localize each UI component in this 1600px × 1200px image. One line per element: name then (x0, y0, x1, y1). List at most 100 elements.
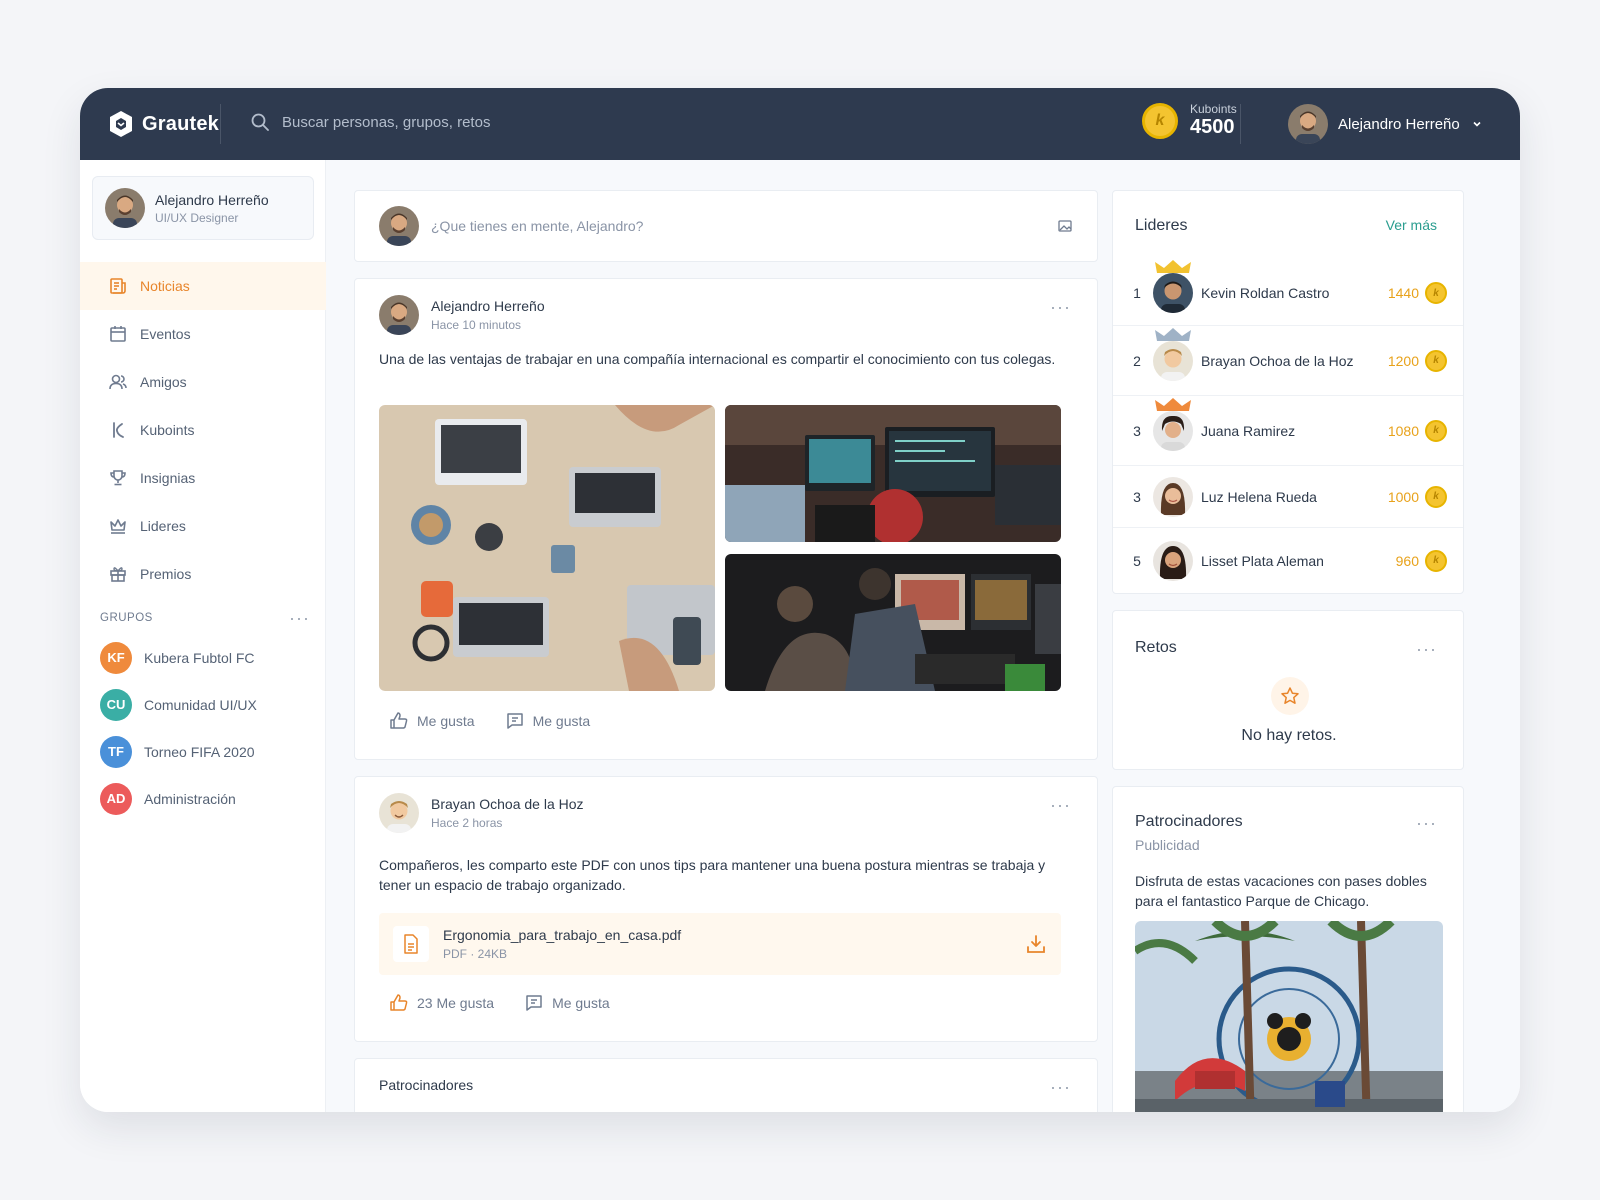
post-photo[interactable] (725, 405, 1061, 542)
post-author[interactable]: Brayan Ochoa de la Hoz (431, 796, 584, 812)
search-input[interactable] (282, 113, 582, 131)
crown-icon (1155, 260, 1191, 273)
leader-row[interactable]: 5 Lisset Plata Aleman 960 k (1113, 527, 1463, 593)
nav-item-lideres[interactable]: Lideres (80, 502, 326, 550)
avatar (105, 188, 145, 228)
post-card: Alejandro Herreño Hace 10 minutos ··· Un… (354, 278, 1098, 760)
gift-icon (110, 567, 126, 582)
group-item[interactable]: AD Administración (100, 775, 320, 822)
challenges-card: Retos ··· No hay retos. (1112, 610, 1464, 770)
divider (1240, 104, 1241, 144)
post-text: Compañeros, les comparto este PDF con un… (379, 857, 1046, 893)
brand-logo[interactable]: Grautek (108, 110, 219, 138)
comment-button[interactable]: Me gusta (505, 711, 591, 731)
post-composer[interactable]: ¿Que tienes en mente, Alejandro? (354, 190, 1098, 262)
nav-item-noticias[interactable]: Noticias (80, 262, 326, 310)
image-upload-icon[interactable] (1057, 218, 1073, 234)
nav-label: Amigos (140, 374, 187, 390)
crown-icon (1155, 397, 1191, 411)
kuboints-coin-icon: k (1425, 549, 1447, 572)
sponsor-image[interactable] (1135, 921, 1443, 1112)
download-icon[interactable] (1025, 933, 1047, 955)
avatar (1153, 327, 1193, 381)
search-bar[interactable] (250, 112, 582, 132)
thumbs-up-icon (390, 994, 408, 1011)
user-name: Alejandro Herreño (1338, 115, 1460, 133)
leader-name: Luz Helena Rueda (1201, 488, 1317, 505)
like-label: Me gusta (417, 713, 475, 729)
groups-header: GRUPOS ··· (100, 609, 310, 627)
post-actions: 23 Me gusta Me gusta (389, 993, 610, 1013)
calendar-icon (110, 326, 126, 342)
nav-item-premios[interactable]: Premios (80, 550, 326, 598)
post-photo[interactable] (379, 405, 715, 691)
nav-label: Premios (140, 566, 192, 582)
kuboints-balance[interactable]: k Kuboints 4500 (1142, 102, 1237, 139)
nav-label: Kuboints (140, 422, 195, 438)
leader-points: 1000 (1387, 488, 1419, 505)
leader-row[interactable]: 1 Kevin Roldan Castro 1440 k (1113, 260, 1463, 325)
nav-item-amigos[interactable]: Amigos (80, 358, 326, 406)
more-options-icon[interactable]: ··· (1416, 814, 1437, 832)
nav-item-insignias[interactable]: Insignias (80, 454, 326, 502)
thumbs-up-icon (390, 712, 408, 729)
chevron-down-icon (1473, 121, 1481, 127)
nav-item-kuboints[interactable]: Kuboints (80, 406, 326, 454)
group-item[interactable]: TF Torneo FIFA 2020 (100, 728, 320, 775)
post-photo[interactable] (725, 554, 1061, 691)
group-name: Kubera Fubtol FC (144, 649, 255, 666)
star-icon (1271, 677, 1309, 715)
user-menu[interactable]: Alejandro Herreño (1288, 104, 1484, 144)
newspaper-icon (110, 278, 126, 294)
leader-points: 1440 (1387, 285, 1419, 301)
leader-row[interactable]: 3 Luz Helena Rueda 1000 k (1113, 465, 1463, 527)
leader-rank: 1 (1133, 285, 1141, 301)
group-name: Torneo FIFA 2020 (144, 743, 255, 760)
leader-row[interactable]: 3 Juana Ramirez 1080 k (1113, 395, 1463, 465)
like-button[interactable]: 23 Me gusta (389, 993, 494, 1013)
more-options-icon[interactable]: ··· (1416, 640, 1437, 658)
groups-list: KF Kubera Fubtol FC CU Comunidad UI/UX T… (100, 634, 320, 822)
see-more-link[interactable]: Ver más (1386, 217, 1437, 233)
profile-card[interactable]: Alejandro Herreño UI/UX Designer (92, 176, 314, 240)
file-name: Ergonomia_para_trabajo_en_casa.pdf (443, 927, 682, 943)
file-meta: PDF · 24KB (443, 947, 508, 961)
leaders-title: Lideres (1135, 217, 1188, 234)
more-options-icon[interactable]: ··· (289, 609, 310, 627)
nav-label: Insignias (140, 470, 196, 486)
post-author[interactable]: Alejandro Herreño (431, 298, 545, 314)
avatar[interactable] (379, 295, 419, 335)
trophy-icon (110, 470, 126, 486)
comment-label: Me gusta (532, 713, 591, 729)
group-name: Comunidad UI/UX (144, 696, 257, 713)
group-item[interactable]: CU Comunidad UI/UX (100, 681, 320, 728)
leader-name: Juana Ramirez (1201, 422, 1296, 439)
comment-icon (506, 713, 523, 729)
sponsors-subtitle: Publicidad (1135, 837, 1200, 853)
sponsors-card: Patrocinadores ··· Publicidad Disfruta d… (1112, 786, 1464, 1112)
composer-input[interactable]: ¿Que tienes en mente, Alejandro? (431, 218, 1045, 234)
post-header: Alejandro Herreño Hace 10 minutos (379, 295, 545, 335)
group-item[interactable]: KF Kubera Fubtol FC (100, 634, 320, 681)
group-avatar: KF (100, 641, 132, 674)
sponsors-title: Patrocinadores (1135, 813, 1243, 830)
post-card: Brayan Ochoa de la Hoz Hace 2 horas ··· … (354, 776, 1098, 1042)
file-attachment[interactable]: Ergonomia_para_trabajo_en_casa.pdf PDF ·… (379, 913, 1061, 975)
profile-role: UI/UX Designer (155, 210, 239, 225)
post-options-icon[interactable]: ··· (1050, 1078, 1071, 1096)
post-options-icon[interactable]: ··· (1050, 298, 1071, 316)
empty-state-text: No hay retos. (1241, 727, 1337, 744)
post-author: Patrocinadores (379, 1077, 474, 1093)
nav-item-eventos[interactable]: Eventos (80, 310, 326, 358)
like-button[interactable]: Me gusta (389, 711, 475, 731)
kuboints-coin-icon: k (1425, 485, 1447, 508)
divider (220, 104, 221, 144)
group-avatar: CU (100, 688, 132, 721)
crown-icon (1155, 327, 1191, 341)
leader-row[interactable]: 2 Brayan Ochoa de la Hoz 1200 k (1113, 325, 1463, 395)
post-header: Brayan Ochoa de la Hoz Hace 2 horas (379, 793, 584, 833)
post-options-icon[interactable]: ··· (1050, 796, 1071, 814)
post-card: Patrocinadores ··· (354, 1058, 1098, 1112)
comment-button[interactable]: Me gusta (524, 993, 610, 1013)
avatar[interactable] (379, 793, 419, 833)
